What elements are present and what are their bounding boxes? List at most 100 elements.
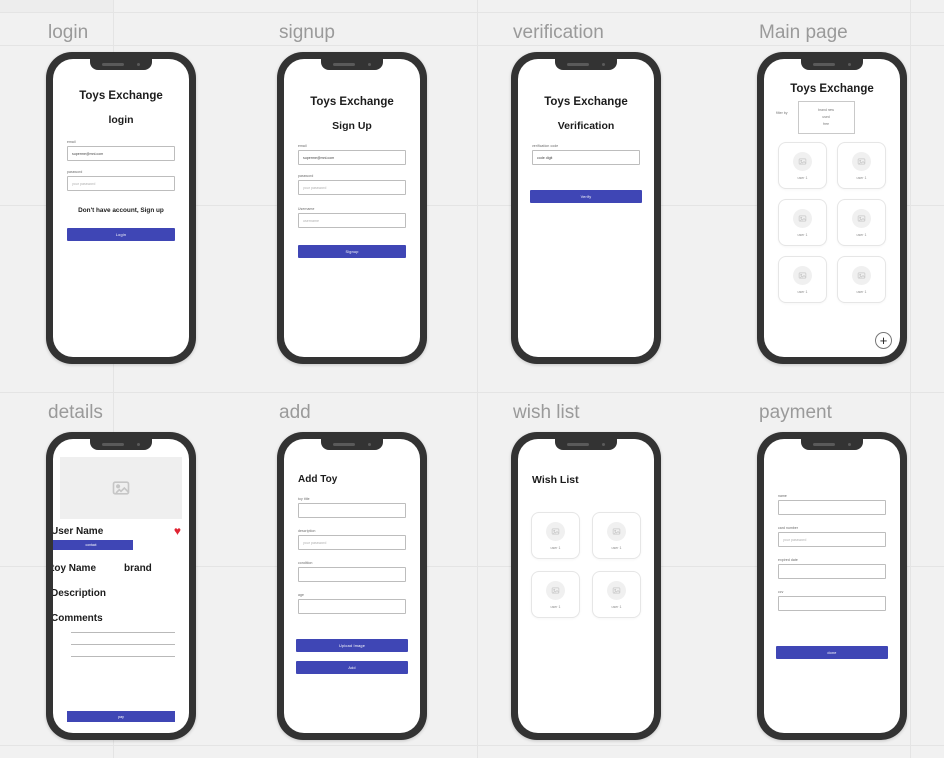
contact-button[interactable]: contact xyxy=(53,540,133,550)
phone-mockup-login: Toys Exchange login email superme@mni.co… xyxy=(46,52,196,364)
wish-card-caption: user 1 xyxy=(611,545,622,550)
toy-title-label: toy title xyxy=(298,497,310,501)
image-placeholder-icon xyxy=(607,521,626,541)
app-title: Toys Exchange xyxy=(790,83,874,95)
frame-label-wish-list: wish list xyxy=(513,402,580,423)
image-placeholder-icon xyxy=(793,208,812,228)
pay-button[interactable]: pay xyxy=(67,711,175,722)
app-title: Toys Exchange xyxy=(310,96,394,108)
filter-label: filter by xyxy=(776,111,788,115)
wish-card-grid: user 1 user 1 user 1 user 1 xyxy=(518,486,654,618)
wish-card[interactable]: user 1 xyxy=(531,571,580,618)
phone-notch xyxy=(321,439,383,450)
toy-card-caption: user 1 xyxy=(797,232,808,237)
done-button[interactable]: done xyxy=(776,646,888,660)
condition-input[interactable] xyxy=(298,567,406,583)
phone-mockup-add: Add Toy toy title description your passw… xyxy=(277,432,427,740)
toy-card-caption: user 1 xyxy=(856,289,867,294)
age-label: age xyxy=(298,593,304,598)
username-label: Username xyxy=(298,207,315,212)
speaker-icon xyxy=(567,63,589,66)
phone-mockup-signup: Toys Exchange Sign Up email superme@mni.… xyxy=(277,52,427,364)
wish-card[interactable]: user 1 xyxy=(531,512,580,559)
toy-brand: brand xyxy=(124,563,152,574)
phone-mockup-verification: Toys Exchange Verification verification … xyxy=(511,52,661,364)
add-button[interactable]: Add xyxy=(296,661,408,675)
speaker-icon xyxy=(333,63,355,66)
app-title: Toys Exchange xyxy=(79,90,163,102)
email-field-group: email superme@mni.com xyxy=(298,144,406,166)
login-button[interactable]: Login xyxy=(67,228,175,242)
phone-notch xyxy=(801,59,863,70)
toy-card[interactable]: user 1 xyxy=(837,256,886,304)
page-title: Verification xyxy=(557,120,615,132)
description-input[interactable]: your password xyxy=(298,535,406,551)
speaker-icon xyxy=(567,443,589,446)
toy-card-caption: user 1 xyxy=(797,175,808,180)
email-input[interactable]: superme@mni.com xyxy=(67,146,175,162)
filter-option-free[interactable]: free xyxy=(799,121,854,128)
phone-notch xyxy=(321,59,383,70)
add-toy-fab-button[interactable]: + xyxy=(875,332,892,349)
user-row: User Name ♥ xyxy=(53,519,189,537)
toy-card[interactable]: user 1 xyxy=(837,199,886,247)
description-heading: Description xyxy=(53,588,107,599)
signup-hint-link[interactable]: Don't have account, Sign up xyxy=(59,207,183,214)
toy-card-caption: user 1 xyxy=(856,175,867,180)
password-label: password xyxy=(298,174,314,179)
toy-card[interactable]: user 1 xyxy=(778,256,827,304)
upload-image-button[interactable]: Upload Image xyxy=(296,639,408,653)
username-input[interactable]: username xyxy=(298,213,406,229)
verification-code-input[interactable]: code digit xyxy=(532,150,640,166)
heart-icon[interactable]: ♥ xyxy=(174,525,181,537)
wish-card-caption: user 1 xyxy=(550,604,561,609)
ccv-field-group: ccv xyxy=(778,590,886,612)
phone-mockup-main-page: Toys Exchange filter by brand new used f… xyxy=(757,52,907,364)
phone-screen-payment: name card number your password expired d… xyxy=(764,439,900,733)
wish-card[interactable]: user 1 xyxy=(592,512,641,559)
comment-line xyxy=(71,644,175,645)
app-title: Toys Exchange xyxy=(544,96,628,108)
camera-icon xyxy=(368,63,371,66)
page-title: Wish List xyxy=(532,474,579,486)
toy-card[interactable]: user 1 xyxy=(837,142,886,190)
verification-code-label: verification code xyxy=(532,144,559,148)
filter-option-used[interactable]: used xyxy=(799,114,854,121)
filter-dropdown[interactable]: brand new used free xyxy=(797,101,855,135)
phone-screen-wish-list: Wish List user 1 user 1 user 1 user 1 xyxy=(518,439,654,733)
toy-title-input[interactable] xyxy=(298,503,406,519)
card-number-label: card number xyxy=(778,526,799,531)
frame-label-login: login xyxy=(48,22,89,43)
name-input[interactable] xyxy=(778,500,886,516)
email-input[interactable]: superme@mni.com xyxy=(298,150,406,166)
email-label: email xyxy=(67,140,76,144)
phone-mockup-wish-list: Wish List user 1 user 1 user 1 user 1 xyxy=(511,432,661,740)
page-title: Sign Up xyxy=(332,120,372,132)
camera-icon xyxy=(848,63,851,66)
comment-line xyxy=(71,632,175,633)
image-placeholder-icon xyxy=(793,265,812,285)
expired-date-field-group: expired date xyxy=(778,558,886,580)
name-label: name xyxy=(778,494,787,498)
wish-card[interactable]: user 1 xyxy=(592,571,641,618)
image-placeholder-icon xyxy=(793,151,812,171)
password-input[interactable]: your password xyxy=(298,180,406,196)
condition-label: condition xyxy=(298,561,313,566)
verify-button[interactable]: Verify xyxy=(530,190,642,204)
expired-date-input[interactable] xyxy=(778,564,886,580)
filter-option-brand-new[interactable]: brand new xyxy=(799,107,854,114)
password-input[interactable]: your password xyxy=(67,176,175,192)
image-placeholder-icon xyxy=(852,208,871,228)
age-input[interactable] xyxy=(298,599,406,615)
toy-card[interactable]: user 1 xyxy=(778,142,827,190)
signup-button[interactable]: Signup xyxy=(298,245,406,259)
toy-card-caption: user 1 xyxy=(797,289,808,294)
filter-row: filter by brand new used free xyxy=(764,95,900,135)
card-number-input[interactable]: your password xyxy=(778,532,886,548)
camera-icon xyxy=(602,443,605,446)
phone-mockup-payment: name card number your password expired d… xyxy=(757,432,907,740)
toy-card[interactable]: user 1 xyxy=(778,199,827,247)
phone-screen-signup: Toys Exchange Sign Up email superme@mni.… xyxy=(284,59,420,357)
phone-notch xyxy=(801,439,863,450)
ccv-input[interactable] xyxy=(778,596,886,612)
